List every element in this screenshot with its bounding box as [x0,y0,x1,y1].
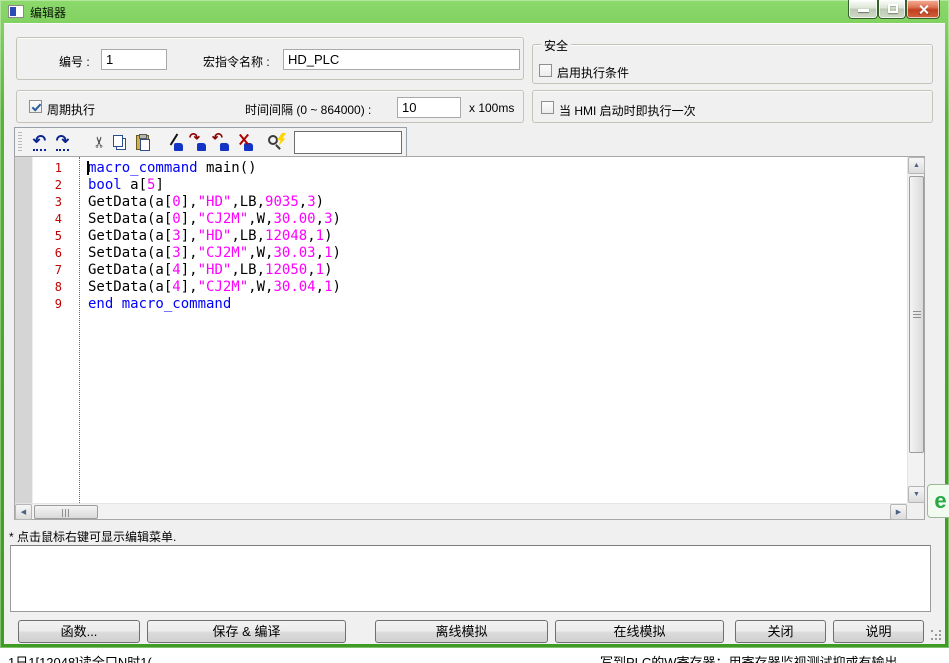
number-label: 编号 : [59,53,90,70]
scroll-right-button[interactable]: ▶ [890,504,907,520]
maximize-button[interactable] [878,0,906,19]
toolbar-search-input[interactable] [294,131,402,154]
online-simulate-button[interactable]: 在线模拟 [555,620,724,643]
bookmark-toggle-icon [174,143,183,151]
line-number: 9 [34,296,79,313]
code-line[interactable]: macro_command main() [88,160,907,177]
line-number: 7 [34,262,79,279]
find-handle-icon [275,144,281,150]
periodic-checkbox[interactable] [29,100,42,113]
line-number: 8 [34,279,79,296]
code-line[interactable]: SetData(a[3],"CJ2M",W,30.03,1) [88,245,907,262]
bookmark-toggle-button[interactable] [164,131,185,153]
line-number: 4 [34,211,79,228]
code-line[interactable]: SetData(a[4],"CJ2M",W,30.04,1) [88,279,907,296]
horizontal-scroll-thumb[interactable] [34,505,98,519]
line-number: 3 [34,194,79,211]
line-number: 5 [34,228,79,245]
redo-icon: ↷ [56,135,69,149]
number-input[interactable] [101,49,167,70]
bookmark-clear-icon [244,143,253,151]
editor-toolbar: ↶ ↷ ✂ ↷ ↶ [14,127,407,157]
bookmark-clear-button[interactable] [234,131,255,153]
background-window-strip: 1日1[12048]读全口N时1( 写到PLC的W寄存器：用寄存器监视测试抑或有… [0,648,949,663]
vertical-scroll-thumb[interactable] [909,176,924,453]
undo-button[interactable]: ↶ [29,131,50,153]
save-compile-button[interactable]: 保存 & 编译 [147,620,346,643]
copy-icon [113,135,123,147]
minimize-icon [858,9,869,12]
macro-name-label: 宏指令名称 : [203,53,270,70]
startup-label: 当 HMI 启动时即执行一次 [559,102,696,119]
code-editor[interactable]: 123456789 macro_command main()bool a[5]G… [14,156,925,520]
dialog-client-area: 编号 : 宏指令名称 : 安全 启用执行条件 周期执行 时间间隔 (0 ~ 86… [4,23,945,644]
paste-icon [136,135,149,150]
interval-label: 时间间隔 (0 ~ 864000) : [245,101,371,118]
cut-icon: ✂ [90,136,108,149]
scroll-left-button[interactable]: ◀ [15,504,32,520]
scrollbar-corner [907,503,924,519]
editor-window: 编辑器 编号 : 宏指令名称 : 安全 启用执行条件 周期执行 时间间隔 (0 … [0,0,949,648]
function-button[interactable]: 函数... [18,620,140,643]
minimize-button[interactable] [848,0,878,19]
help-button[interactable]: 说明 [833,620,924,643]
bookmark-next-button[interactable]: ↷ [187,131,208,153]
startup-panel: 当 HMI 启动时即执行一次 [532,90,933,123]
close-dialog-button[interactable]: 关闭 [735,620,826,643]
interval-unit-label: x 100ms [469,101,514,115]
background-text-right: 写到PLC的W寄存器：用寄存器监视测试抑或有输出 [600,652,898,663]
hint-text: * 点击鼠标右键可显示编辑菜单. [9,528,176,545]
code-line[interactable]: bool a[5] [88,177,907,194]
scroll-down-button[interactable]: ▼ [908,486,925,503]
macro-name-input[interactable] [283,49,520,70]
window-title: 编辑器 [30,4,66,21]
code-line[interactable]: end macro_command [88,296,907,313]
interval-input[interactable] [397,97,461,118]
horizontal-scrollbar[interactable]: ◀ ▶ [15,503,907,519]
bookmark-prev-button[interactable]: ↶ [210,131,231,153]
enable-condition-label: 启用执行条件 [557,64,629,81]
startup-checkbox[interactable] [541,101,554,114]
line-number: 2 [34,177,79,194]
bookmark-next-hand-icon [197,143,206,151]
line-number: 6 [34,245,79,262]
window-icon [8,5,24,18]
find-bolt-icon [277,133,286,146]
periodic-label: 周期执行 [47,101,95,118]
macro-id-panel: 编号 : 宏指令名称 : [16,37,524,80]
copy-button[interactable] [109,131,130,153]
redo-button[interactable]: ↷ [52,131,73,153]
background-text-left: 1日1[12048]读全口N时1( [8,652,152,663]
security-groupbox: 安全 启用执行条件 [532,44,933,84]
code-line[interactable]: GetData(a[3],"HD",LB,12048,1) [88,228,907,245]
toolbar-grip[interactable] [18,132,22,152]
resize-grip[interactable] [930,629,942,641]
message-output-box [10,545,931,612]
code-area[interactable]: macro_command main()bool a[5]GetData(a[0… [81,157,907,503]
text-caret [87,161,89,175]
undo-icon: ↶ [33,135,46,149]
maximize-icon [888,4,898,13]
desktop-shortcut-icon: e [927,484,949,518]
periodic-panel: 周期执行 时间间隔 (0 ~ 864000) : x 100ms [16,90,524,123]
enable-condition-checkbox[interactable] [539,64,552,77]
paste-button[interactable] [132,131,153,153]
vertical-scrollbar[interactable]: ▲ ▼ [907,157,924,503]
cut-button[interactable]: ✂ [89,131,110,153]
bookmark-margin[interactable] [15,157,33,503]
scroll-up-button[interactable]: ▲ [908,157,925,174]
find-button[interactable] [265,131,286,153]
line-number-gutter: 123456789 [34,157,80,503]
bookmark-prev-hand-icon [220,143,229,151]
title-bar[interactable]: 编辑器 [0,0,949,23]
line-number: 1 [34,160,79,177]
code-line[interactable]: GetData(a[4],"HD",LB,12050,1) [88,262,907,279]
code-line[interactable]: GetData(a[0],"HD",LB,9035,3) [88,194,907,211]
security-legend: 安全 [541,37,571,54]
close-button[interactable] [906,0,940,19]
offline-simulate-button[interactable]: 离线模拟 [375,620,548,643]
code-line[interactable]: SetData(a[0],"CJ2M",W,30.00,3) [88,211,907,228]
